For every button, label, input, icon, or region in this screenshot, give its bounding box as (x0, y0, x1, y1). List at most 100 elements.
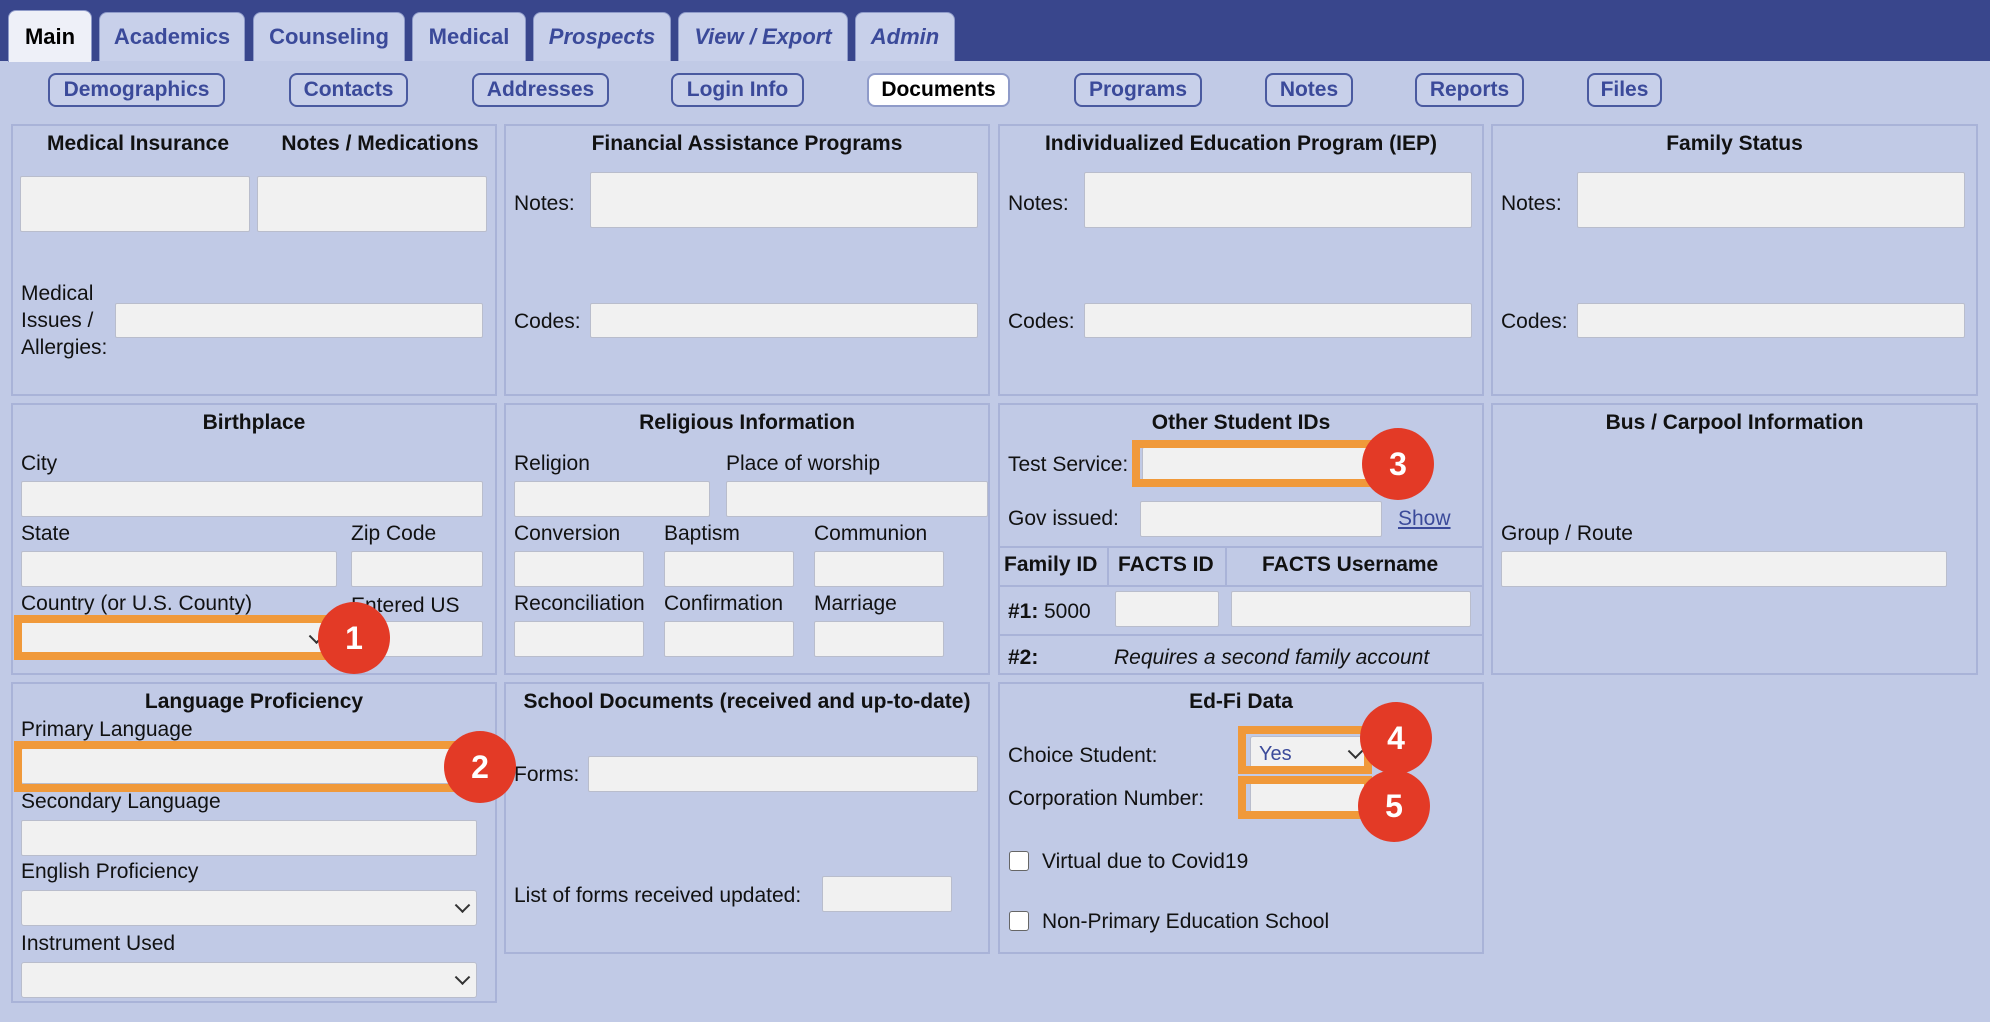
medical-panel: Medical Insurance Notes / Medications Me… (11, 124, 497, 396)
corporation-number-field[interactable] (1250, 780, 1370, 816)
country-select[interactable] (21, 621, 331, 657)
english-proficiency-select[interactable] (21, 890, 477, 926)
language-title: Language Proficiency (144, 690, 364, 713)
annotation-badge-1: 1 (318, 602, 390, 674)
subtab-documents[interactable]: Documents (867, 73, 1010, 107)
financial-title: Financial Assistance Programs (591, 132, 903, 155)
subtab-demographics[interactable]: Demographics (48, 73, 225, 107)
test-service-field[interactable] (1142, 447, 1382, 483)
communion-field[interactable] (814, 551, 944, 587)
city-field[interactable] (21, 481, 483, 517)
birthplace-title: Birthplace (202, 411, 306, 434)
forms-updated-field[interactable] (822, 876, 952, 912)
religious-title: Religious Information (639, 411, 855, 434)
subtab-contacts[interactable]: Contacts (289, 73, 408, 107)
language-proficiency-panel: Language Proficiency Primary Language Se… (11, 682, 497, 1003)
state-field[interactable] (21, 551, 337, 587)
group-route-field[interactable] (1501, 551, 1947, 587)
family-status-title: Family Status (1666, 132, 1803, 155)
second-family-note: Requires a second family account (1114, 646, 1430, 669)
city-label: City (21, 452, 58, 475)
instrument-used-label: Instrument Used (21, 932, 176, 955)
secondary-language-label: Secondary Language (21, 790, 221, 813)
family-row1-label: #1: (1008, 600, 1039, 623)
medical-insurance-field[interactable] (20, 176, 250, 232)
tab-main[interactable]: Main (8, 10, 92, 62)
iep-notes-label: Notes: (1008, 192, 1069, 215)
gov-issued-label: Gov issued: (1008, 507, 1119, 530)
baptism-field[interactable] (664, 551, 794, 587)
notes-medications-field[interactable] (257, 176, 487, 232)
place-of-worship-field[interactable] (726, 481, 988, 517)
annotation-badge-3: 3 (1362, 428, 1434, 500)
primary-language-field[interactable] (21, 748, 477, 784)
tab-academics[interactable]: Academics (99, 12, 245, 61)
divider (1000, 585, 1482, 587)
country-label: Country (or U.S. County) (21, 592, 253, 615)
choice-student-value: Yes (1259, 743, 1292, 765)
family-id-header: Family ID (1004, 553, 1098, 576)
school-documents-panel: School Documents (received and up-to-dat… (504, 682, 990, 954)
english-proficiency-label: English Proficiency (21, 860, 199, 883)
iep-notes-field[interactable] (1084, 172, 1472, 228)
communion-label: Communion (814, 522, 928, 545)
main-tab-bar: Main Academics Counseling Medical Prospe… (0, 0, 1990, 62)
corporation-number-label: Corporation Number: (1008, 787, 1205, 810)
choice-student-select[interactable]: Yes (1250, 736, 1370, 772)
religion-field[interactable] (514, 481, 710, 517)
iep-title: Individualized Education Program (IEP) (1044, 132, 1438, 155)
financial-notes-field[interactable] (590, 172, 978, 228)
instrument-used-select[interactable] (21, 962, 477, 998)
non-primary-school-label: Non-Primary Education School (1042, 910, 1330, 933)
chevron-down-icon (454, 897, 471, 914)
virtual-covid-label: Virtual due to Covid19 (1042, 850, 1249, 873)
family-notes-field[interactable] (1577, 172, 1965, 228)
conversion-label: Conversion (514, 522, 621, 545)
iep-codes-field[interactable] (1084, 303, 1472, 338)
subtab-login-info[interactable]: Login Info (671, 73, 804, 107)
financial-codes-field[interactable] (590, 303, 978, 338)
tab-prospects[interactable]: Prospects (533, 12, 671, 61)
religious-info-panel: Religious Information Religion Place of … (504, 403, 990, 675)
iep-panel: Individualized Education Program (IEP) N… (998, 124, 1484, 396)
subtab-notes[interactable]: Notes (1265, 73, 1353, 107)
confirmation-label: Confirmation (664, 592, 784, 615)
zip-code-field[interactable] (351, 551, 483, 587)
facts-username-header: FACTS Username (1262, 553, 1439, 576)
tab-admin[interactable]: Admin (855, 12, 955, 61)
subtab-addresses[interactable]: Addresses (472, 73, 609, 107)
gov-issued-field[interactable] (1140, 501, 1382, 537)
tab-medical[interactable]: Medical (412, 12, 526, 61)
forms-label: Forms: (514, 763, 580, 786)
medical-issues-field[interactable] (115, 303, 483, 338)
subtab-reports[interactable]: Reports (1415, 73, 1524, 107)
marriage-field[interactable] (814, 621, 944, 657)
reconciliation-field[interactable] (514, 621, 644, 657)
tab-counseling[interactable]: Counseling (253, 12, 405, 61)
non-primary-school-checkbox[interactable] (1009, 911, 1029, 931)
tab-view-export[interactable]: View / Export (678, 12, 848, 61)
bus-title: Bus / Carpool Information (1605, 411, 1864, 434)
choice-student-label: Choice Student: (1008, 744, 1158, 767)
reconciliation-label: Reconciliation (514, 592, 645, 615)
divider (1225, 546, 1227, 585)
show-link[interactable]: Show (1398, 507, 1451, 531)
secondary-language-field[interactable] (21, 820, 477, 856)
conversion-field[interactable] (514, 551, 644, 587)
family-row2-label: #2: (1008, 646, 1039, 669)
subtab-programs[interactable]: Programs (1074, 73, 1202, 107)
annotation-badge-5: 5 (1358, 770, 1430, 842)
confirmation-field[interactable] (664, 621, 794, 657)
facts-id-header: FACTS ID (1118, 553, 1214, 576)
state-label: State (21, 522, 71, 545)
place-of-worship-label: Place of worship (726, 452, 881, 475)
family-status-panel: Family Status Notes: Codes: (1491, 124, 1978, 396)
forms-field[interactable] (588, 756, 978, 792)
religion-label: Religion (514, 452, 590, 475)
divider (1000, 634, 1482, 636)
family-codes-field[interactable] (1577, 303, 1965, 338)
subtab-files[interactable]: Files (1587, 73, 1662, 107)
facts-username-field[interactable] (1231, 591, 1471, 627)
facts-id-field[interactable] (1115, 591, 1219, 627)
virtual-covid-checkbox[interactable] (1009, 851, 1029, 871)
